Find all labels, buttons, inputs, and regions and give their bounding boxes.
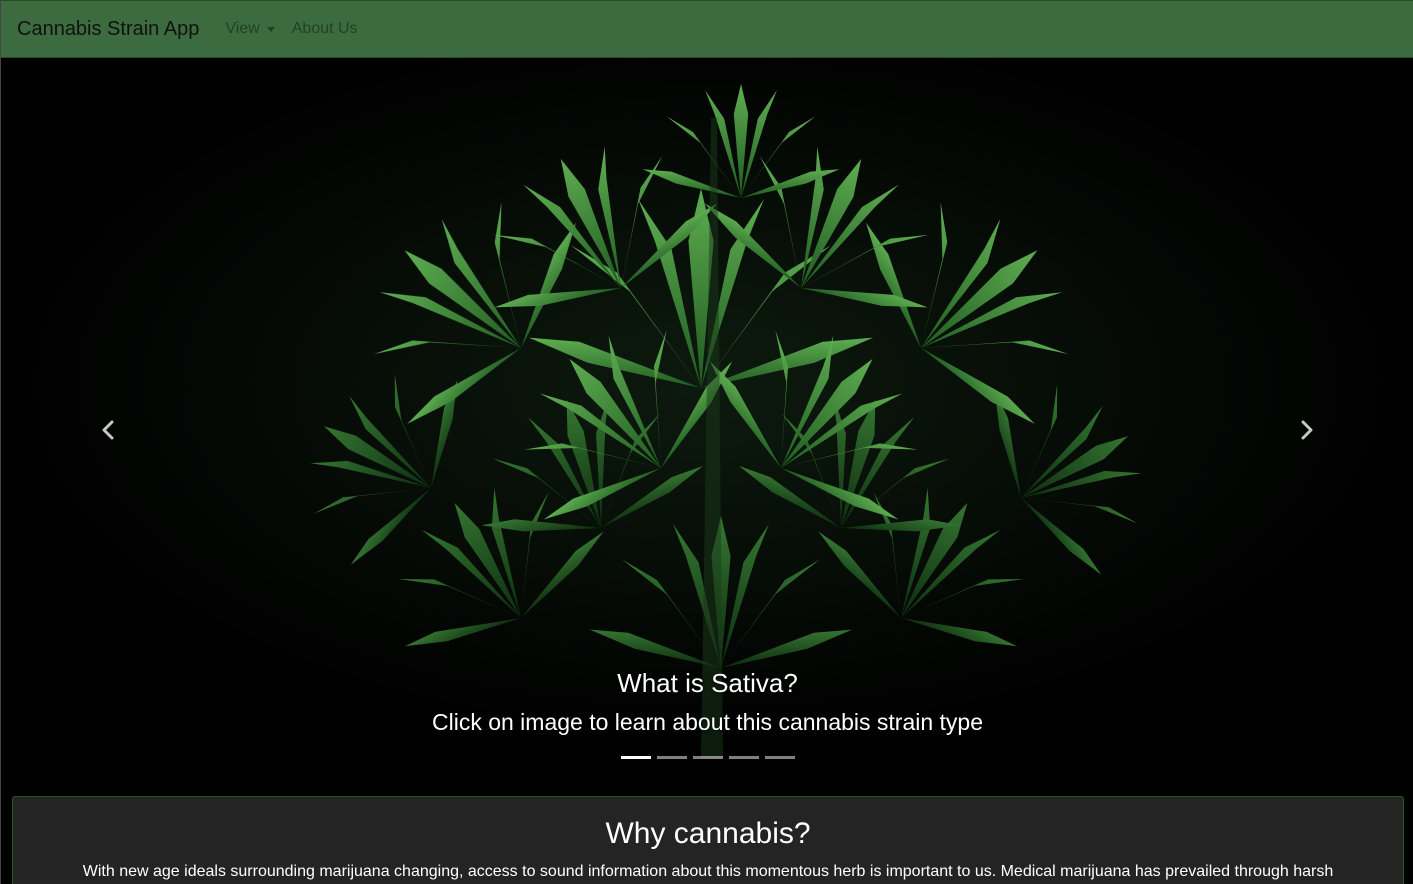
navbar: Cannabis Strain App View About Us xyxy=(1,0,1413,58)
carousel-indicator[interactable] xyxy=(692,756,723,759)
brand-link[interactable]: Cannabis Strain App xyxy=(17,18,199,41)
carousel-prev-button[interactable] xyxy=(96,418,120,442)
slide-title: What is Sativa? xyxy=(617,668,798,698)
carousel-indicator[interactable] xyxy=(764,756,795,759)
carousel-indicator[interactable] xyxy=(620,756,651,759)
card-title: Why cannabis? xyxy=(605,817,811,850)
nav-item-about-us[interactable]: About Us xyxy=(292,20,358,38)
carousel-indicators xyxy=(1,756,1413,759)
carousel-next-button[interactable] xyxy=(1295,418,1319,442)
carousel-indicator[interactable] xyxy=(728,756,759,759)
strain-carousel[interactable]: What is Sativa? Click on image to learn … xyxy=(1,58,1413,782)
caret-down-icon xyxy=(266,26,275,32)
chevron-left-icon xyxy=(102,420,114,440)
nav-item-view-dropdown[interactable]: View xyxy=(225,20,275,38)
page: Cannabis Strain App View About Us What i… xyxy=(0,0,1413,884)
carousel-indicator[interactable] xyxy=(656,756,687,759)
card-body-text: With new age ideals surrounding marijuan… xyxy=(82,863,1334,880)
why-cannabis-card: Why cannabis? With new age ideals surrou… xyxy=(12,796,1404,884)
chevron-right-icon xyxy=(1301,420,1313,440)
slide-caption: Click on image to learn about this canna… xyxy=(431,709,984,735)
nav-item-view-label: View xyxy=(225,20,260,37)
